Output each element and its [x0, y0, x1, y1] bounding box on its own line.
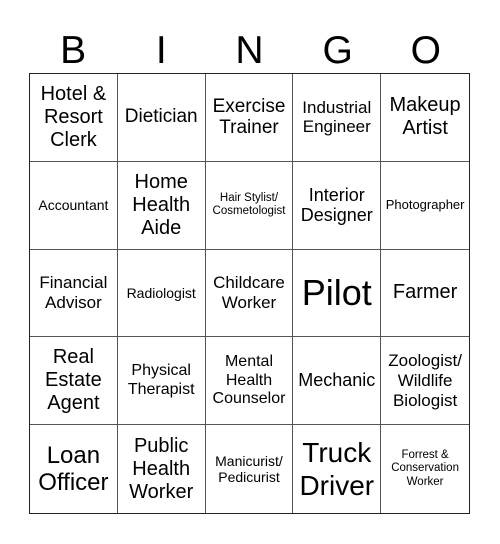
cell-label: Hair Stylist/ Cosmetologist — [212, 191, 286, 218]
cell-label: Hotel & Resort Clerk — [40, 82, 107, 151]
bingo-cell[interactable]: Financial Advisor — [30, 249, 118, 338]
bingo-cell[interactable]: Farmer — [381, 250, 469, 338]
header-letter-i: I — [155, 29, 167, 72]
cell-label: Pilot — [301, 272, 372, 314]
cell-label: Interior Designer — [300, 184, 373, 226]
bingo-cell[interactable]: Zoologist/ Wildlife Biologist — [381, 337, 469, 426]
bingo-cell[interactable]: Mental Health Counselor — [205, 337, 294, 426]
cell-label: Dietician — [124, 106, 198, 128]
bingo-cell[interactable]: Industrial Engineer — [293, 74, 382, 162]
bingo-cell[interactable]: Photographer — [381, 162, 469, 250]
bingo-cell[interactable]: Exercise Trainer — [205, 74, 294, 162]
cell-label: Makeup Artist — [389, 94, 461, 140]
cell-label: Manicurist/ Pedicurist — [215, 453, 283, 486]
bingo-cell[interactable]: Physical Therapist — [117, 337, 206, 426]
bingo-cell[interactable]: Forrest & Conservation Worker — [381, 425, 469, 513]
bingo-cell[interactable]: Public Health Worker — [118, 425, 206, 513]
header-letter-n: N — [235, 29, 264, 72]
cell-label: Accountant — [38, 197, 109, 214]
bingo-cell[interactable]: Interior Designer — [293, 161, 382, 250]
cell-label: Mechanic — [298, 370, 376, 391]
header-letter-o: O — [410, 29, 442, 72]
bingo-cell[interactable]: Radiologist — [117, 249, 206, 338]
bingo-cell[interactable]: Mechanic — [293, 337, 382, 426]
bingo-cell[interactable]: Accountant — [30, 161, 118, 250]
cell-label: Forrest & Conservation Worker — [391, 449, 459, 488]
bingo-cell[interactable]: Real Estate Agent — [30, 337, 118, 426]
cell-label: Loan Officer — [38, 441, 109, 497]
cell-label: Industrial Engineer — [302, 97, 372, 137]
bingo-cell[interactable]: Home Health Aide — [117, 161, 206, 250]
cell-label: Home Health Aide — [132, 170, 191, 239]
cell-label: Truck Driver — [299, 436, 375, 502]
bingo-cell[interactable]: Hair Stylist/ Cosmetologist — [205, 161, 294, 250]
bingo-card-grid: Hotel & Resort Clerk Dietician Exercise … — [29, 73, 470, 514]
header-letter-b: B — [60, 29, 87, 72]
bingo-cell[interactable]: Truck Driver — [293, 425, 382, 513]
cell-label: Mental Health Counselor — [212, 353, 286, 407]
cell-label: Exercise Trainer — [212, 95, 286, 139]
bingo-cell[interactable]: Loan Officer — [30, 425, 118, 513]
bingo-cell[interactable]: Hotel & Resort Clerk — [30, 74, 118, 162]
cell-label: Photographer — [385, 196, 465, 212]
bingo-cell[interactable]: Dietician — [117, 74, 206, 162]
bingo-cell[interactable]: Manicurist/ Pedicurist — [206, 425, 294, 513]
header-letter-g: G — [322, 29, 353, 72]
bingo-header: B I N G O — [29, 28, 470, 73]
cell-label: Childcare Worker — [213, 273, 285, 312]
bingo-cell[interactable]: Childcare Worker — [205, 249, 294, 338]
bingo-cell[interactable]: Pilot — [293, 249, 382, 338]
cell-label: Zoologist/ Wildlife Biologist — [388, 351, 462, 410]
bingo-cell[interactable]: Makeup Artist — [381, 74, 469, 162]
cell-label: Real Estate Agent — [45, 346, 102, 415]
cell-label: Farmer — [392, 281, 458, 304]
cell-label: Financial Advisor — [39, 273, 108, 312]
cell-label: Public Health Worker — [129, 434, 194, 503]
cell-label: Physical Therapist — [127, 362, 195, 398]
cell-label: Radiologist — [126, 284, 196, 301]
